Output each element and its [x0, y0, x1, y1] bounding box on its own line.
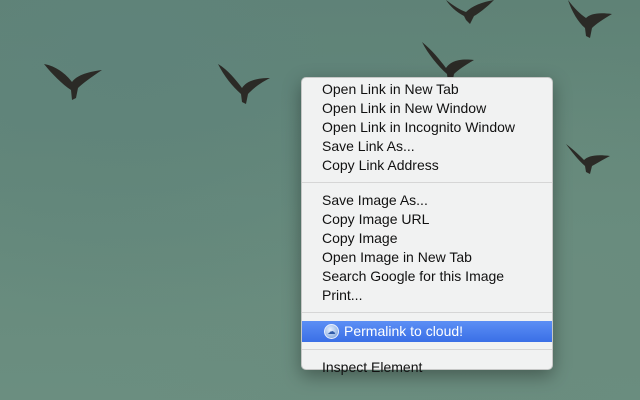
menu-item-open-link-new-window[interactable]: Open Link in New Window [302, 99, 552, 118]
menu-item-save-link-as[interactable]: Save Link As... [302, 137, 552, 156]
menu-item-open-link-incognito[interactable]: Open Link in Incognito Window [302, 118, 552, 137]
context-menu: Open Link in New Tab Open Link in New Wi… [301, 77, 553, 375]
menu-item-open-image-new-tab[interactable]: Open Image in New Tab [302, 248, 552, 267]
menu-item-open-link-new-tab[interactable]: Open Link in New Tab [302, 80, 552, 99]
menu-item-copy-link-address[interactable]: Copy Link Address [302, 156, 552, 175]
bird-image [564, 140, 612, 176]
menu-item-label: Permalink to cloud! [344, 323, 464, 339]
menu-item-inspect-element[interactable]: Inspect Element [302, 358, 552, 377]
bird-image [42, 58, 106, 102]
menu-item-permalink-to-cloud[interactable]: ☁ Permalink to cloud! [302, 321, 552, 342]
bird-image [446, 0, 496, 24]
bird-image [216, 62, 272, 106]
menu-item-print[interactable]: Print... [302, 286, 552, 305]
bird-image [564, 0, 614, 40]
menu-separator [302, 312, 552, 313]
menu-item-copy-image-url[interactable]: Copy Image URL [302, 210, 552, 229]
menu-separator [302, 182, 552, 183]
menu-item-copy-image[interactable]: Copy Image [302, 229, 552, 248]
menu-separator [302, 349, 552, 350]
cloud-extension-icon: ☁ [324, 324, 339, 339]
menu-item-save-image-as[interactable]: Save Image As... [302, 191, 552, 210]
menu-item-search-google-image[interactable]: Search Google for this Image [302, 267, 552, 286]
